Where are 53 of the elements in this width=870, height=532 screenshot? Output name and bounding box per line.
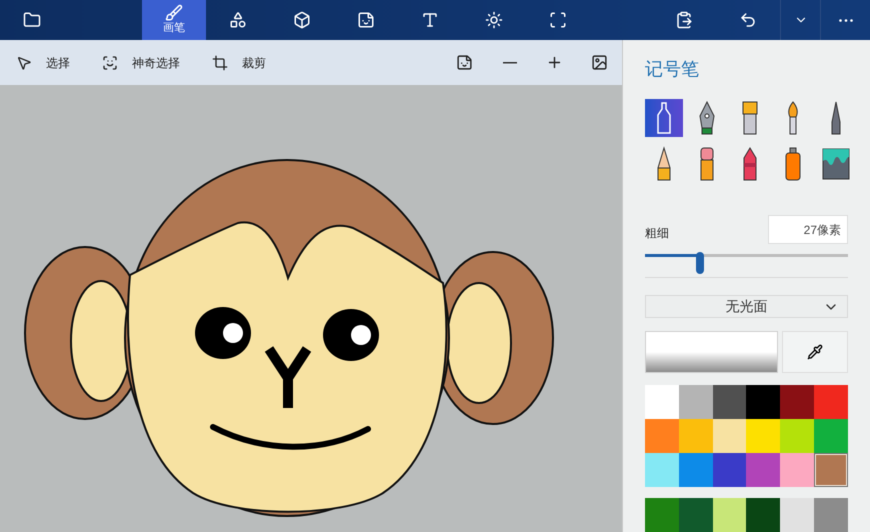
plus-icon: [546, 54, 563, 71]
folder-icon: [23, 11, 41, 29]
minus-icon: [502, 62, 516, 64]
toolbar-button[interactable]: 裁剪: [196, 40, 282, 85]
text-icon: [421, 11, 439, 29]
frame-icon: [549, 11, 567, 29]
more-icon: [838, 18, 852, 22]
paste-icon: [675, 11, 693, 29]
cube-icon: [293, 11, 311, 29]
color-swatch[interactable]: [746, 498, 780, 532]
color-swatch[interactable]: [678, 385, 713, 419]
color-swatch[interactable]: [780, 453, 814, 487]
sticker-icon: [357, 11, 375, 29]
finish-dropdown[interactable]: 无光面: [645, 295, 848, 318]
brush-option[interactable]: [645, 99, 683, 137]
color-swatch[interactable]: [814, 453, 848, 487]
color-swatch[interactable]: [678, 419, 713, 453]
color-swatch[interactable]: [645, 419, 679, 453]
pointer-icon: [16, 54, 32, 70]
color-swatch[interactable]: [814, 419, 848, 453]
color-swatch[interactable]: [645, 453, 679, 487]
toolbar-tab[interactable]: 画笔: [142, 0, 206, 40]
color-swatch[interactable]: [780, 498, 814, 532]
thickness-input[interactable]: 27像素: [768, 215, 848, 244]
magic-select-icon: [102, 54, 118, 70]
eyedropper-button[interactable]: [782, 331, 848, 373]
sun-icon: [485, 11, 503, 29]
color-swatch[interactable]: [712, 453, 746, 487]
toolbar-button[interactable]: 神奇选择: [86, 40, 196, 85]
color-swatch[interactable]: [678, 453, 713, 487]
eyedropper-icon: [807, 344, 823, 360]
color-swatch[interactable]: [780, 419, 814, 453]
crop-icon: [212, 54, 228, 70]
color-swatch[interactable]: [712, 419, 746, 453]
color-swatch[interactable]: [645, 498, 679, 532]
brush-icon: [165, 4, 183, 22]
color-swatch[interactable]: [746, 419, 780, 453]
color-swatch[interactable]: [814, 385, 848, 419]
color-swatch[interactable]: [645, 385, 679, 419]
color-swatch[interactable]: [712, 385, 746, 419]
image-icon: [591, 54, 608, 71]
undo-icon: [739, 11, 757, 29]
color-swatch[interactable]: [780, 385, 814, 419]
color-swatch[interactable]: [678, 498, 713, 532]
slider-thumb[interactable]: [696, 252, 704, 274]
thickness-label: 粗细: [645, 225, 669, 242]
color-swatch[interactable]: [712, 498, 746, 532]
panel-title: 记号笔: [645, 58, 700, 81]
color-swatch[interactable]: [814, 498, 848, 532]
shapes-icon: [229, 11, 247, 29]
color-swatch[interactable]: [746, 453, 780, 487]
toolbar-button[interactable]: 选择: [0, 40, 86, 85]
color-swatch[interactable]: [746, 385, 780, 419]
